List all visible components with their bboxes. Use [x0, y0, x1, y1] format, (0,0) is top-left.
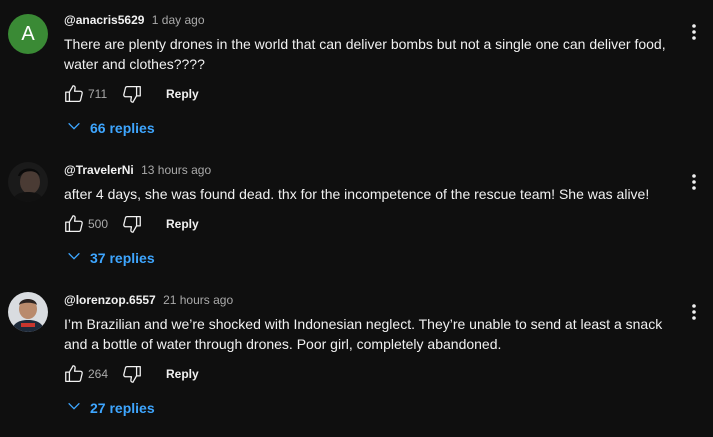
reply-button[interactable]: Reply: [166, 367, 199, 381]
view-replies-button[interactable]: 66 replies: [66, 117, 155, 139]
thumbs-up-icon[interactable]: [62, 212, 86, 236]
comment-actions: 500 Reply: [62, 212, 199, 236]
avatar-letter: A: [21, 22, 35, 45]
more-vertical-icon[interactable]: [682, 300, 706, 324]
reply-button[interactable]: Reply: [166, 217, 199, 231]
chevron-down-icon: [66, 118, 82, 139]
author-handle[interactable]: @TravelerNi: [64, 163, 134, 177]
avatar[interactable]: A: [8, 14, 48, 54]
more-vertical-icon[interactable]: [682, 20, 706, 44]
thumbs-up-icon[interactable]: [62, 362, 86, 386]
replies-count: 66 replies: [90, 120, 155, 136]
author-handle[interactable]: @anacris5629: [64, 13, 144, 27]
avatar[interactable]: [8, 292, 48, 332]
chevron-down-icon: [66, 398, 82, 419]
comment-meta: @anacris5629 1 day ago: [64, 13, 205, 27]
view-replies-button[interactable]: 27 replies: [66, 397, 155, 419]
comment-actions: 711 Reply: [62, 82, 199, 106]
like-count: 711: [88, 87, 108, 101]
timestamp[interactable]: 1 day ago: [152, 13, 205, 27]
timestamp[interactable]: 21 hours ago: [163, 293, 233, 307]
thumbs-up-icon[interactable]: [62, 82, 86, 106]
comment-meta: @TravelerNi 13 hours ago: [64, 163, 211, 177]
author-handle[interactable]: @lorenzop.6557: [64, 293, 156, 307]
avatar[interactable]: [8, 162, 48, 202]
comment-text: There are plenty drones in the world tha…: [64, 36, 666, 72]
reply-button[interactable]: Reply: [166, 87, 199, 101]
like-count: 500: [88, 217, 109, 231]
replies-count: 37 replies: [90, 250, 155, 266]
timestamp[interactable]: 13 hours ago: [141, 163, 211, 177]
chevron-down-icon: [66, 248, 82, 269]
view-replies-button[interactable]: 37 replies: [66, 247, 155, 269]
comment-actions: 264 Reply: [62, 362, 199, 386]
comment-text: I’m Brazilian and we’re shocked with Ind…: [64, 316, 663, 352]
more-vertical-icon[interactable]: [682, 170, 706, 194]
thumbs-down-icon[interactable]: [120, 362, 144, 386]
replies-count: 27 replies: [90, 400, 155, 416]
thumbs-down-icon[interactable]: [120, 82, 144, 106]
comment-meta: @lorenzop.6557 21 hours ago: [64, 293, 233, 307]
thumbs-down-icon[interactable]: [120, 212, 144, 236]
like-count: 264: [88, 367, 109, 381]
comment-text: after 4 days, she was found dead. thx fo…: [64, 186, 650, 202]
